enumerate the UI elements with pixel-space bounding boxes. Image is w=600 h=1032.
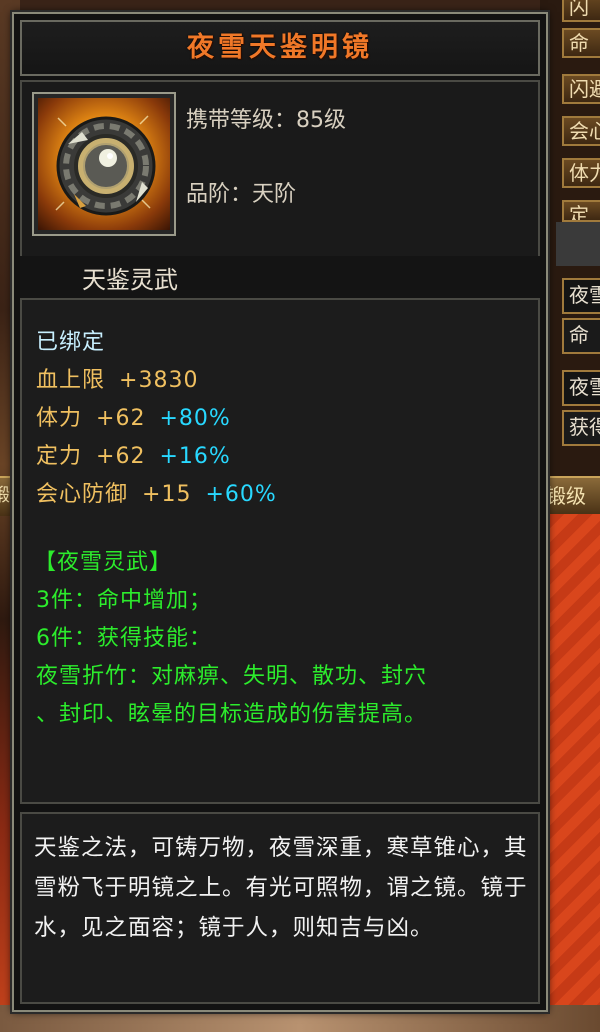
background-bar-right: 锻级	[540, 476, 600, 514]
item-tooltip: 夜雪天鉴明镜 携带等级：85级 品阶：天阶 天鉴灵武 已绑定 血上限 +3830…	[12, 12, 548, 1012]
bg-tab[interactable]: 闪避	[562, 74, 600, 104]
stat-value: +62	[96, 406, 146, 431]
stat-label: 血上限	[36, 368, 106, 393]
bg-tab[interactable]: 定	[562, 200, 600, 222]
bg-tab[interactable]: 命	[562, 318, 600, 354]
stat-percent: +16%	[159, 444, 231, 469]
background-panel-gap	[556, 222, 600, 266]
background-right-lower	[540, 510, 600, 1032]
category-row: 天鉴灵武	[20, 256, 540, 298]
stats-panel: 已绑定 血上限 +3830 体力 +62 +80% 定力 +62 +16% 会心…	[20, 298, 540, 804]
set-name: 【夜雪灵武】	[34, 550, 173, 575]
bg-tab[interactable]: 夜雪	[562, 278, 600, 314]
item-grade: 品阶：天阶	[186, 182, 297, 207]
bg-tab[interactable]: 命	[562, 28, 600, 58]
set-bonus-6: 6件：获得技能：	[36, 626, 212, 651]
item-icon-frame	[32, 92, 176, 236]
mirror-icon	[38, 98, 170, 230]
stat-label: 会心防御	[36, 482, 129, 507]
stat-stamina: 体力 +62 +80%	[36, 400, 231, 432]
item-description: 天鉴之法，可铸万物，夜雪深重，寒草锥心，其雪粉飞于明镜之上。有光可照物，谓之镜。…	[34, 835, 528, 941]
stat-value: +3830	[119, 368, 199, 393]
bg-tab[interactable]: 获得	[562, 410, 600, 446]
set-skill-line: 、封印、眩晕的目标造成的伤害提高。	[36, 702, 428, 727]
stat-value: +62	[96, 444, 146, 469]
set-skill-line: 夜雪折竹：对麻痹、失明、散功、封穴	[36, 664, 428, 689]
item-category: 天鉴灵武	[82, 266, 178, 294]
stat-hp: 血上限 +3830	[36, 362, 198, 394]
stat-percent: +80%	[159, 406, 231, 431]
stat-percent: +60%	[205, 482, 277, 507]
bg-tab[interactable]: 会心	[562, 116, 600, 146]
stat-label: 定力	[36, 444, 83, 469]
stat-label: 体力	[36, 406, 83, 431]
stat-focus: 定力 +62 +16%	[36, 438, 231, 470]
stat-value: +15	[142, 482, 192, 507]
stat-crit-defense: 会心防御 +15 +60%	[36, 476, 277, 508]
bg-tab[interactable]: 闪	[562, 0, 600, 22]
item-header: 携带等级：85级 品阶：天阶	[20, 80, 540, 260]
carry-level: 携带等级：85级	[186, 108, 346, 133]
bg-tab[interactable]: 体力	[562, 158, 600, 188]
item-name: 夜雪天鉴明镜	[187, 32, 373, 63]
description-panel: 天鉴之法，可铸万物，夜雪深重，寒草锥心，其雪粉飞于明镜之上。有光可照物，谓之镜。…	[20, 812, 540, 1004]
bound-status: 已绑定	[36, 330, 106, 355]
bg-tab[interactable]: 夜雪	[562, 370, 600, 406]
set-bonus-3: 3件：命中增加；	[36, 588, 212, 613]
title-bar: 夜雪天鉴明镜	[20, 20, 540, 76]
